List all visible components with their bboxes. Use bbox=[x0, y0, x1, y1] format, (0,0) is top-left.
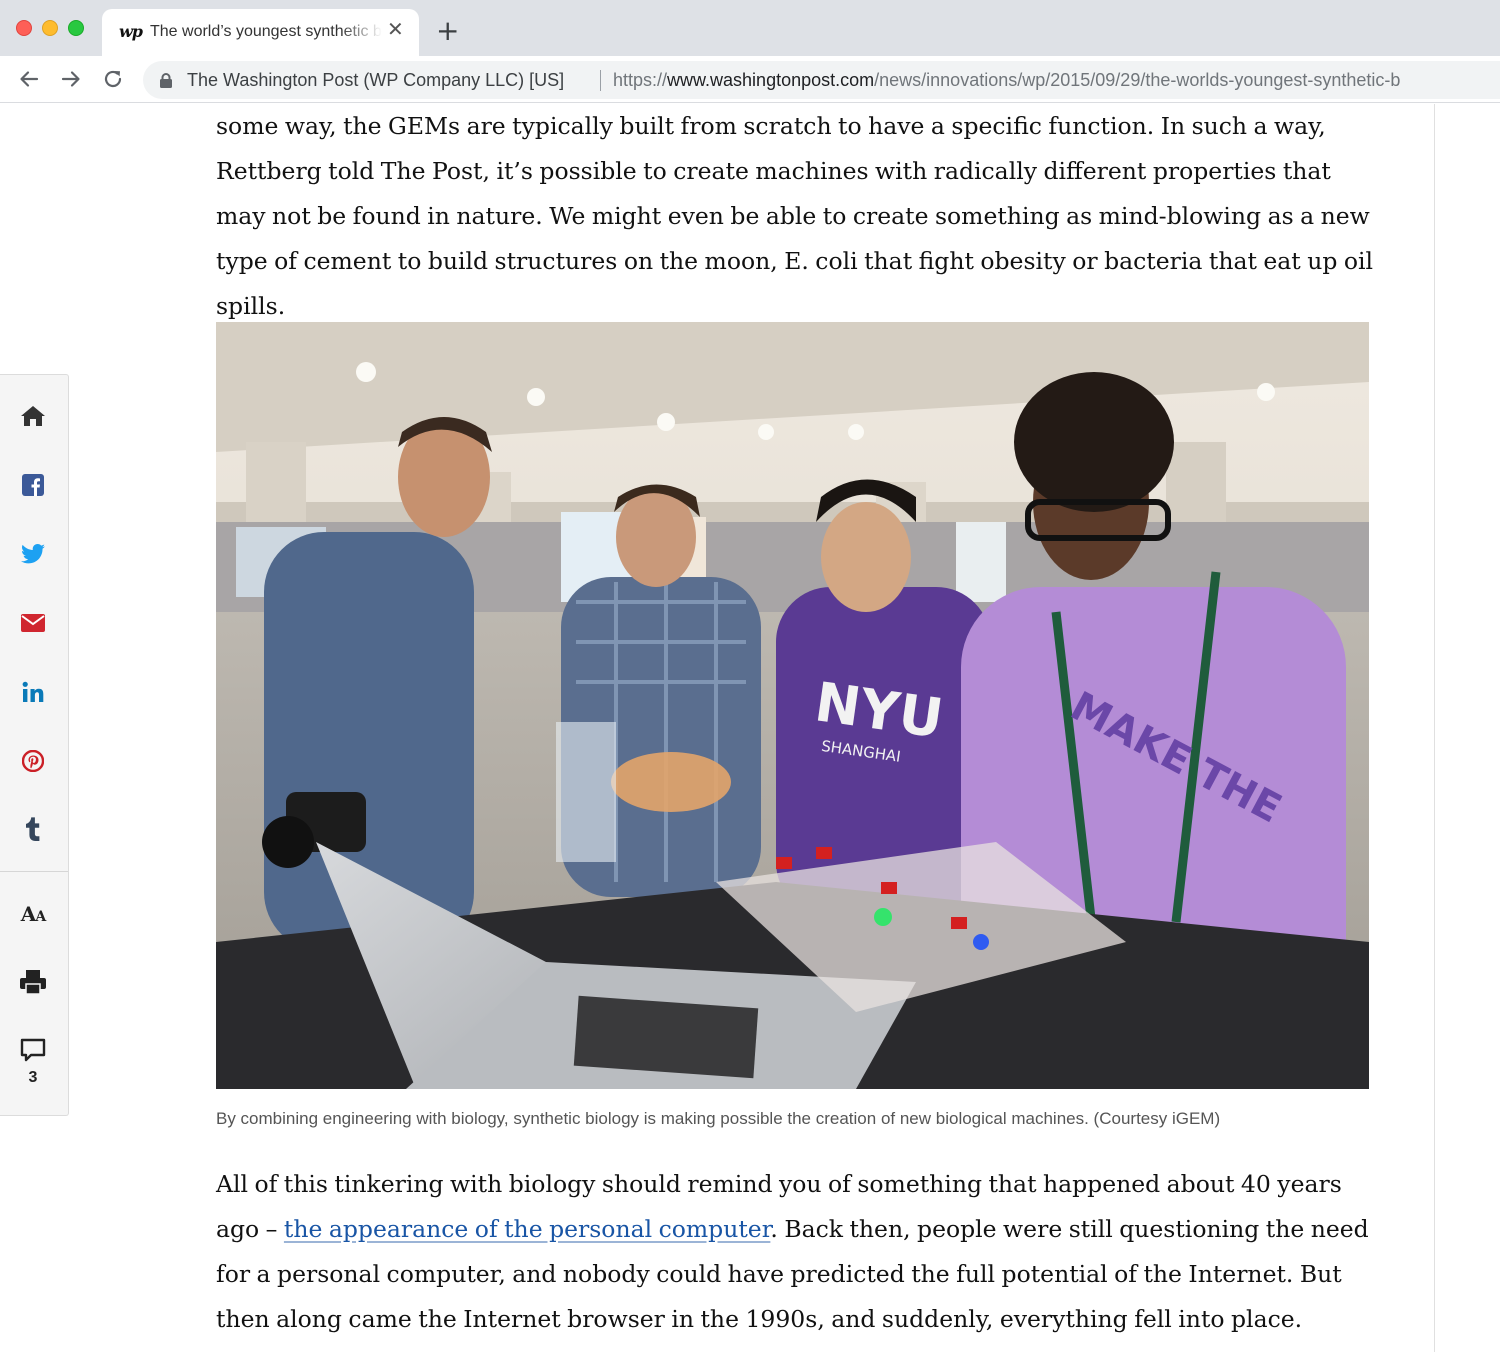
text-size-large-a: A bbox=[20, 902, 37, 926]
text-size-small-a: A bbox=[35, 909, 46, 925]
text-size-icon: AA bbox=[20, 902, 46, 926]
article-paragraph-2: All of this tinkering with biology shoul… bbox=[216, 1162, 1376, 1342]
url-path: /news/innovations/wp/2015/09/29/the-worl… bbox=[874, 70, 1401, 90]
linkedin-icon bbox=[22, 681, 44, 702]
personal-computer-link[interactable]: the appearance of the personal computer bbox=[284, 1215, 770, 1243]
home-button[interactable] bbox=[16, 399, 50, 433]
twitter-share-button[interactable] bbox=[16, 537, 50, 571]
address-bar-divider bbox=[600, 70, 601, 91]
close-tab-icon[interactable]: ✕ bbox=[387, 20, 404, 40]
share-rail: AA 3 bbox=[0, 374, 69, 1116]
email-share-button[interactable] bbox=[16, 606, 50, 640]
article-photo: NYU SHANGHAI MAKE THE bbox=[216, 322, 1369, 1089]
browser-tab-strip: wp The world’s youngest synthetic biolog… bbox=[0, 0, 1500, 56]
browser-toolbar: The Washington Post (WP Company LLC) [US… bbox=[0, 56, 1500, 103]
url-host: www.washingtonpost.com bbox=[667, 70, 875, 90]
home-icon bbox=[21, 406, 45, 426]
tumblr-icon bbox=[26, 817, 40, 841]
lock-icon bbox=[160, 73, 172, 88]
facebook-share-button[interactable] bbox=[16, 468, 50, 502]
maximize-window-button[interactable] bbox=[68, 20, 84, 36]
email-icon bbox=[21, 614, 45, 632]
pinterest-icon bbox=[22, 750, 44, 772]
article-paragraph: some way, the GEMs are typically built f… bbox=[216, 112, 1374, 320]
wp-favicon-icon: wp bbox=[119, 22, 143, 41]
rail-divider bbox=[0, 871, 68, 872]
minimize-window-button[interactable] bbox=[42, 20, 58, 36]
new-tab-button[interactable]: + bbox=[436, 17, 459, 45]
print-icon bbox=[20, 970, 46, 994]
browser-tab-active[interactable]: wp The world’s youngest synthetic biolog… bbox=[102, 9, 419, 56]
comments-button[interactable] bbox=[16, 1033, 50, 1067]
url-scheme: https:// bbox=[613, 70, 668, 90]
forward-arrow-icon[interactable] bbox=[58, 66, 84, 92]
comment-icon bbox=[20, 1038, 46, 1062]
comments-count[interactable]: 3 bbox=[0, 1069, 68, 1087]
linkedin-share-button[interactable] bbox=[16, 675, 50, 709]
url-text[interactable]: https://www.washingtonpost.com/news/inno… bbox=[613, 70, 1400, 91]
ev-certificate-label: The Washington Post (WP Company LLC) [US… bbox=[187, 70, 565, 90]
photo-igem-team-with-device: NYU SHANGHAI MAKE THE bbox=[216, 322, 1369, 1089]
tab-title: The world’s youngest synthetic biologist… bbox=[150, 23, 382, 40]
pinterest-share-button[interactable] bbox=[16, 744, 50, 778]
page-scroll-divider bbox=[1434, 104, 1435, 1352]
print-button[interactable] bbox=[16, 965, 50, 999]
text-size-button[interactable]: AA bbox=[16, 897, 50, 931]
back-arrow-icon[interactable] bbox=[16, 66, 42, 92]
close-window-button[interactable] bbox=[16, 20, 32, 36]
photo-caption: By combining engineering with biology, s… bbox=[216, 1109, 1221, 1128]
tumblr-share-button[interactable] bbox=[16, 812, 50, 846]
address-bar[interactable]: The Washington Post (WP Company LLC) [US… bbox=[143, 61, 1500, 99]
twitter-icon bbox=[21, 544, 45, 564]
reload-icon[interactable] bbox=[100, 66, 126, 92]
facebook-icon bbox=[22, 474, 44, 496]
